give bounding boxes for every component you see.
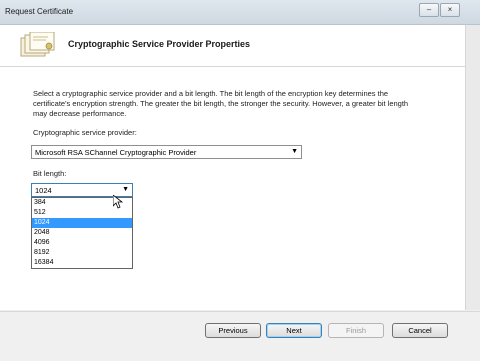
bitlength-option[interactable]: 8192	[32, 248, 132, 258]
next-button[interactable]: Next	[266, 323, 322, 338]
bitlength-option[interactable]: 4096	[32, 238, 132, 248]
vertical-scrollbar[interactable]	[465, 25, 480, 310]
bitlength-option[interactable]: 1024	[32, 218, 132, 228]
cancel-button[interactable]: Cancel	[392, 323, 448, 338]
title-bar: Request Certificate – ×	[0, 0, 480, 25]
certificate-icon	[20, 32, 55, 57]
bitlength-label: Bit length:	[33, 169, 67, 178]
finish-button[interactable]: Finish	[328, 323, 384, 338]
provider-label: Cryptographic service provider:	[33, 128, 137, 137]
description-text: Select a cryptographic service provider …	[33, 89, 409, 118]
close-icon[interactable]: ×	[440, 3, 460, 17]
bitlength-option[interactable]: 16384	[32, 258, 132, 268]
previous-button[interactable]: Previous	[205, 323, 261, 338]
bitlength-option[interactable]: 512	[32, 208, 132, 218]
provider-dropdown[interactable]: Microsoft RSA SChannel Cryptographic Pro…	[31, 145, 302, 159]
window-title: Request Certificate	[5, 7, 74, 16]
chevron-down-icon: ▼	[291, 148, 298, 155]
chevron-down-icon: ▼	[122, 186, 129, 193]
provider-value: Microsoft RSA SChannel Cryptographic Pro…	[35, 148, 197, 157]
minimize-icon[interactable]: –	[419, 3, 439, 17]
page-title: Cryptographic Service Provider Propertie…	[68, 39, 251, 49]
bitlength-option[interactable]: 2048	[32, 228, 132, 238]
bitlength-value: 1024	[35, 186, 52, 195]
mouse-cursor-icon	[113, 195, 123, 209]
